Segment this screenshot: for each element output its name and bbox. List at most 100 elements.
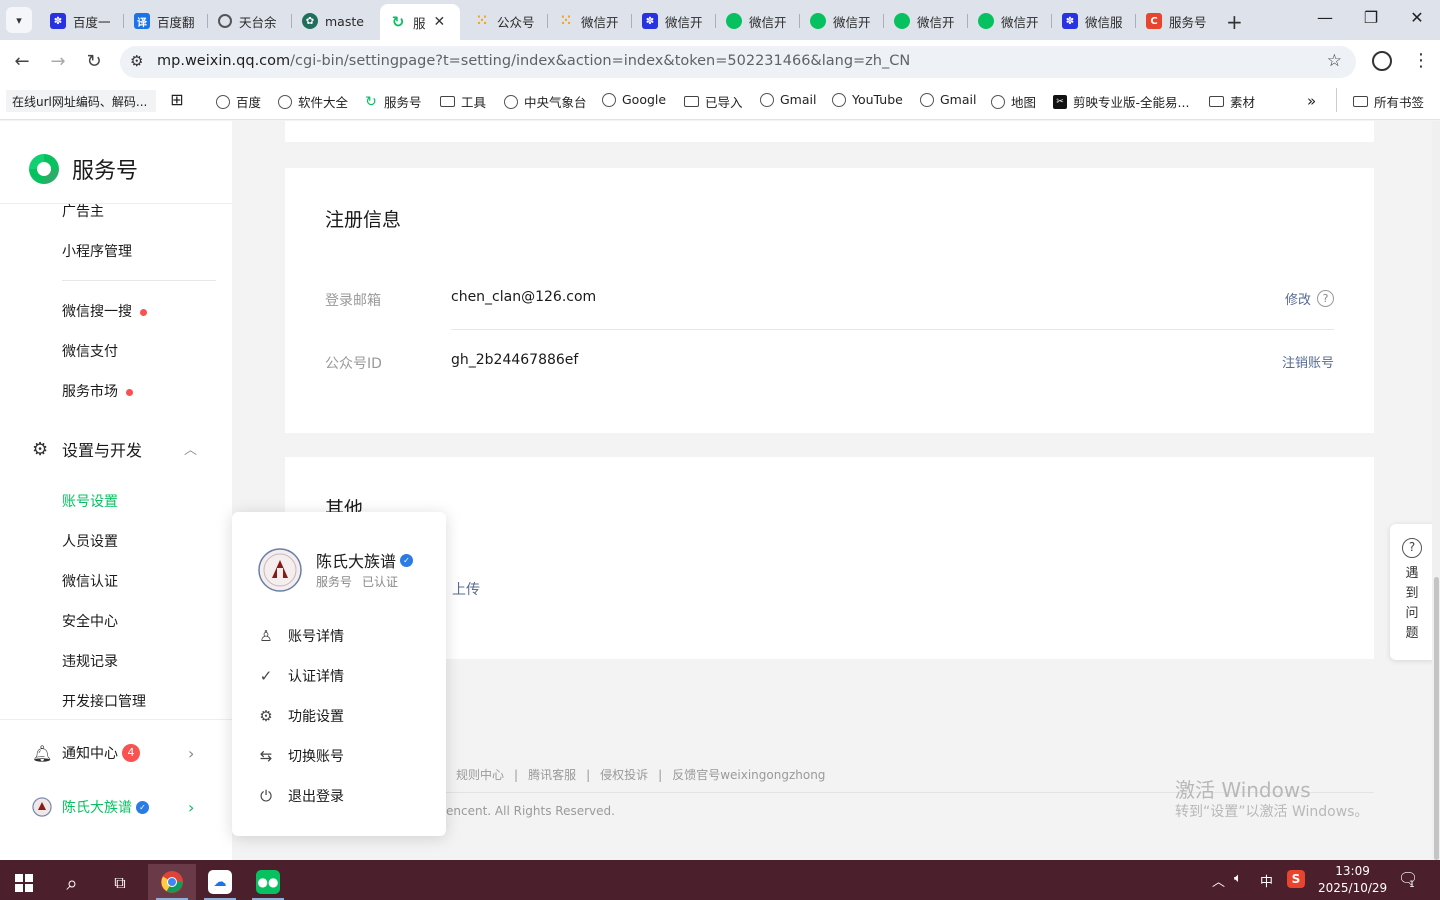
footer-link-complaint[interactable]: 侵权投诉 — [600, 768, 648, 782]
tab-search-chevron-icon[interactable]: ▾ — [6, 7, 32, 33]
bookmark-item[interactable]: Gmail — [760, 92, 816, 107]
sidebar-notifications[interactable]: 🔔︎ 通知中心 4 — [32, 743, 140, 763]
cloud-app-icon[interactable]: ☁ — [196, 864, 244, 900]
cancel-account-link[interactable]: 注销账号 — [1282, 352, 1334, 371]
bookmark-item[interactable]: Google — [602, 92, 666, 107]
sidebar-group-settings[interactable]: ⚙ 设置与开发 — [32, 437, 142, 461]
popup-item-account-details[interactable]: ♙ 账号详情 — [256, 626, 344, 646]
bookmarks-bar: 在线url网址编码、解码... ⊞ 百度 软件大全 ↻ 服务号 工具 中央气象台 … — [0, 84, 1440, 120]
sidebar-item-dev-api[interactable]: 开发接口管理 — [62, 691, 146, 711]
sidebar-item-miniprogram[interactable]: 小程序管理 — [62, 241, 132, 261]
globe-icon — [920, 92, 934, 107]
sidebar-item-verification[interactable]: 微信认证 — [62, 571, 118, 591]
search-icon[interactable]: ⌕ — [48, 866, 96, 900]
chevron-up-icon[interactable]: ︿ — [184, 439, 197, 458]
tab-8[interactable]: ✽ 微信开 — [632, 6, 716, 36]
footer-link-feedback[interactable]: 反馈官号weixingongzhong — [672, 768, 825, 782]
popup-item-label: 功能设置 — [288, 709, 344, 725]
browser-menu-icon[interactable]: ⋮ — [1412, 50, 1430, 71]
sidebar-item-staff[interactable]: 人员设置 — [62, 531, 118, 551]
tab-9[interactable]: 微信开 — [716, 6, 800, 36]
bookmark-item[interactable]: Gmail — [920, 92, 976, 107]
ime-indicator[interactable]: 中 — [1260, 871, 1273, 890]
reload-icon[interactable]: ↻ — [83, 51, 105, 72]
system-clock[interactable]: 13:09 2025/10/29 — [1318, 863, 1387, 897]
tab-4[interactable]: ✿ maste — [292, 6, 376, 36]
more-bookmarks-icon[interactable]: » — [1307, 92, 1316, 110]
chrome-app-icon[interactable] — [148, 864, 196, 900]
grid-icon: ⁙ — [560, 13, 572, 29]
chevron-right-icon[interactable]: › — [188, 744, 194, 763]
forward-icon[interactable]: → — [47, 51, 69, 72]
tab-active[interactable]: ↻ 服 ✕ — [380, 4, 460, 40]
site-info-icon[interactable]: ⚙ — [130, 52, 143, 70]
bookmark-item[interactable]: 地图 — [991, 92, 1036, 111]
tab-11[interactable]: 微信开 — [884, 6, 968, 36]
popup-item-feature-settings[interactable]: ⚙ 功能设置 — [256, 706, 344, 726]
sidebar-item-market[interactable]: 服务市场 — [62, 381, 133, 401]
bookmark-label: 素材 — [1230, 95, 1256, 110]
brand[interactable]: 服务号 — [26, 151, 138, 187]
bookmark-folder[interactable]: 已导入 — [684, 92, 743, 111]
bookmark-item[interactable]: ✂ 剪映专业版-全能易... — [1053, 92, 1189, 111]
popup-item-switch-account[interactable]: ⇆ 切换账号 — [256, 746, 344, 766]
sidebar-item-search[interactable]: 微信搜一搜 — [62, 301, 147, 321]
minimize-icon[interactable]: — — [1310, 8, 1340, 27]
bookmark-item[interactable]: 中央气象台 — [504, 92, 587, 111]
red-dot-badge — [140, 308, 147, 316]
close-tab-icon[interactable]: ✕ — [434, 14, 446, 30]
windows-start-icon[interactable] — [0, 866, 48, 900]
bookmark-item[interactable]: 百度 — [216, 92, 261, 111]
bookmark-item[interactable]: ↻ 服务号 — [364, 92, 422, 111]
sidebar-account[interactable]: 陈氏大族谱 ✓ — [32, 797, 149, 817]
modify-email-link[interactable]: 修改? — [1285, 289, 1334, 308]
sidebar-item-advertiser[interactable]: 广告主 — [62, 201, 104, 221]
close-window-icon[interactable]: ✕ — [1402, 8, 1432, 27]
sidebar-item-account-settings[interactable]: 账号设置 — [62, 491, 118, 511]
tab-14[interactable]: C 服务号 — [1136, 6, 1220, 36]
wechat-app-icon[interactable]: ●● — [244, 864, 292, 900]
sidebar-item-pay[interactable]: 微信支付 — [62, 341, 118, 361]
tab-1[interactable]: ✽ 百度一 — [40, 6, 124, 36]
url-text[interactable]: mp.weixin.qq.com/cgi-bin/settingpage?t=s… — [157, 53, 910, 69]
tab-6[interactable]: ⁙ 公众号 — [464, 6, 548, 36]
popup-item-verification-details[interactable]: ✓ 认证详情 — [256, 666, 344, 686]
bookmark-label: 工具 — [461, 95, 487, 110]
bookmark-star-icon[interactable]: ☆ — [1327, 51, 1342, 71]
bookmark-item[interactable]: 软件大全 — [278, 92, 348, 111]
scrollbar-thumb[interactable] — [1434, 577, 1439, 860]
bookmark-label: 服务号 — [384, 95, 422, 110]
profile-icon[interactable] — [1372, 51, 1392, 71]
bookmark-folder[interactable]: 素材 — [1209, 92, 1255, 111]
sidebar-item-violations[interactable]: 违规记录 — [62, 651, 118, 671]
address-bar[interactable]: ⚙ mp.weixin.qq.com/cgi-bin/settingpage?t… — [120, 46, 1356, 78]
tab-7[interactable]: ⁙ 微信开 — [548, 6, 632, 36]
bookmark-folder[interactable]: 工具 — [440, 92, 486, 111]
new-tab-icon[interactable]: + — [1226, 10, 1243, 34]
sogou-ime-icon[interactable]: S — [1287, 870, 1305, 888]
page-scrollbar[interactable] — [1432, 121, 1440, 860]
tab-12[interactable]: 微信开 — [968, 6, 1052, 36]
task-view-icon[interactable]: ⧉ — [96, 866, 144, 900]
volume-icon[interactable]: 🔈︎ — [1234, 871, 1242, 886]
tab-3[interactable]: 天台余 — [208, 6, 292, 36]
popup-item-logout[interactable]: ⏻ 退出登录 — [256, 786, 344, 806]
footer-link-rules[interactable]: 规则中心 — [456, 768, 504, 782]
footer-link-support[interactable]: 腾讯客服 — [528, 768, 576, 782]
back-icon[interactable]: ← — [11, 51, 33, 72]
upload-link[interactable]: 上传 — [452, 579, 480, 599]
all-bookmarks-folder[interactable]: 所有书签 — [1353, 92, 1424, 111]
tab-10[interactable]: 微信开 — [800, 6, 884, 36]
chevron-right-icon[interactable]: › — [188, 798, 194, 817]
translate-icon: 译 — [134, 13, 150, 29]
tray-expand-icon[interactable]: ︿ — [1212, 871, 1225, 890]
bookmark-item[interactable]: YouTube — [832, 92, 903, 107]
restore-icon[interactable]: ❐ — [1356, 8, 1386, 27]
help-float-button[interactable]: ? 遇到问题 — [1390, 524, 1434, 660]
tab-2[interactable]: 译 百度翻 — [124, 6, 208, 36]
sidebar-item-security[interactable]: 安全中心 — [62, 611, 118, 631]
bookmark-url-encoder[interactable]: 在线url网址编码、解码... — [6, 90, 156, 112]
question-icon[interactable]: ? — [1317, 290, 1334, 307]
apps-grid-icon[interactable]: ⊞ — [170, 90, 190, 109]
tab-13[interactable]: ✽ 微信服 — [1052, 6, 1136, 36]
